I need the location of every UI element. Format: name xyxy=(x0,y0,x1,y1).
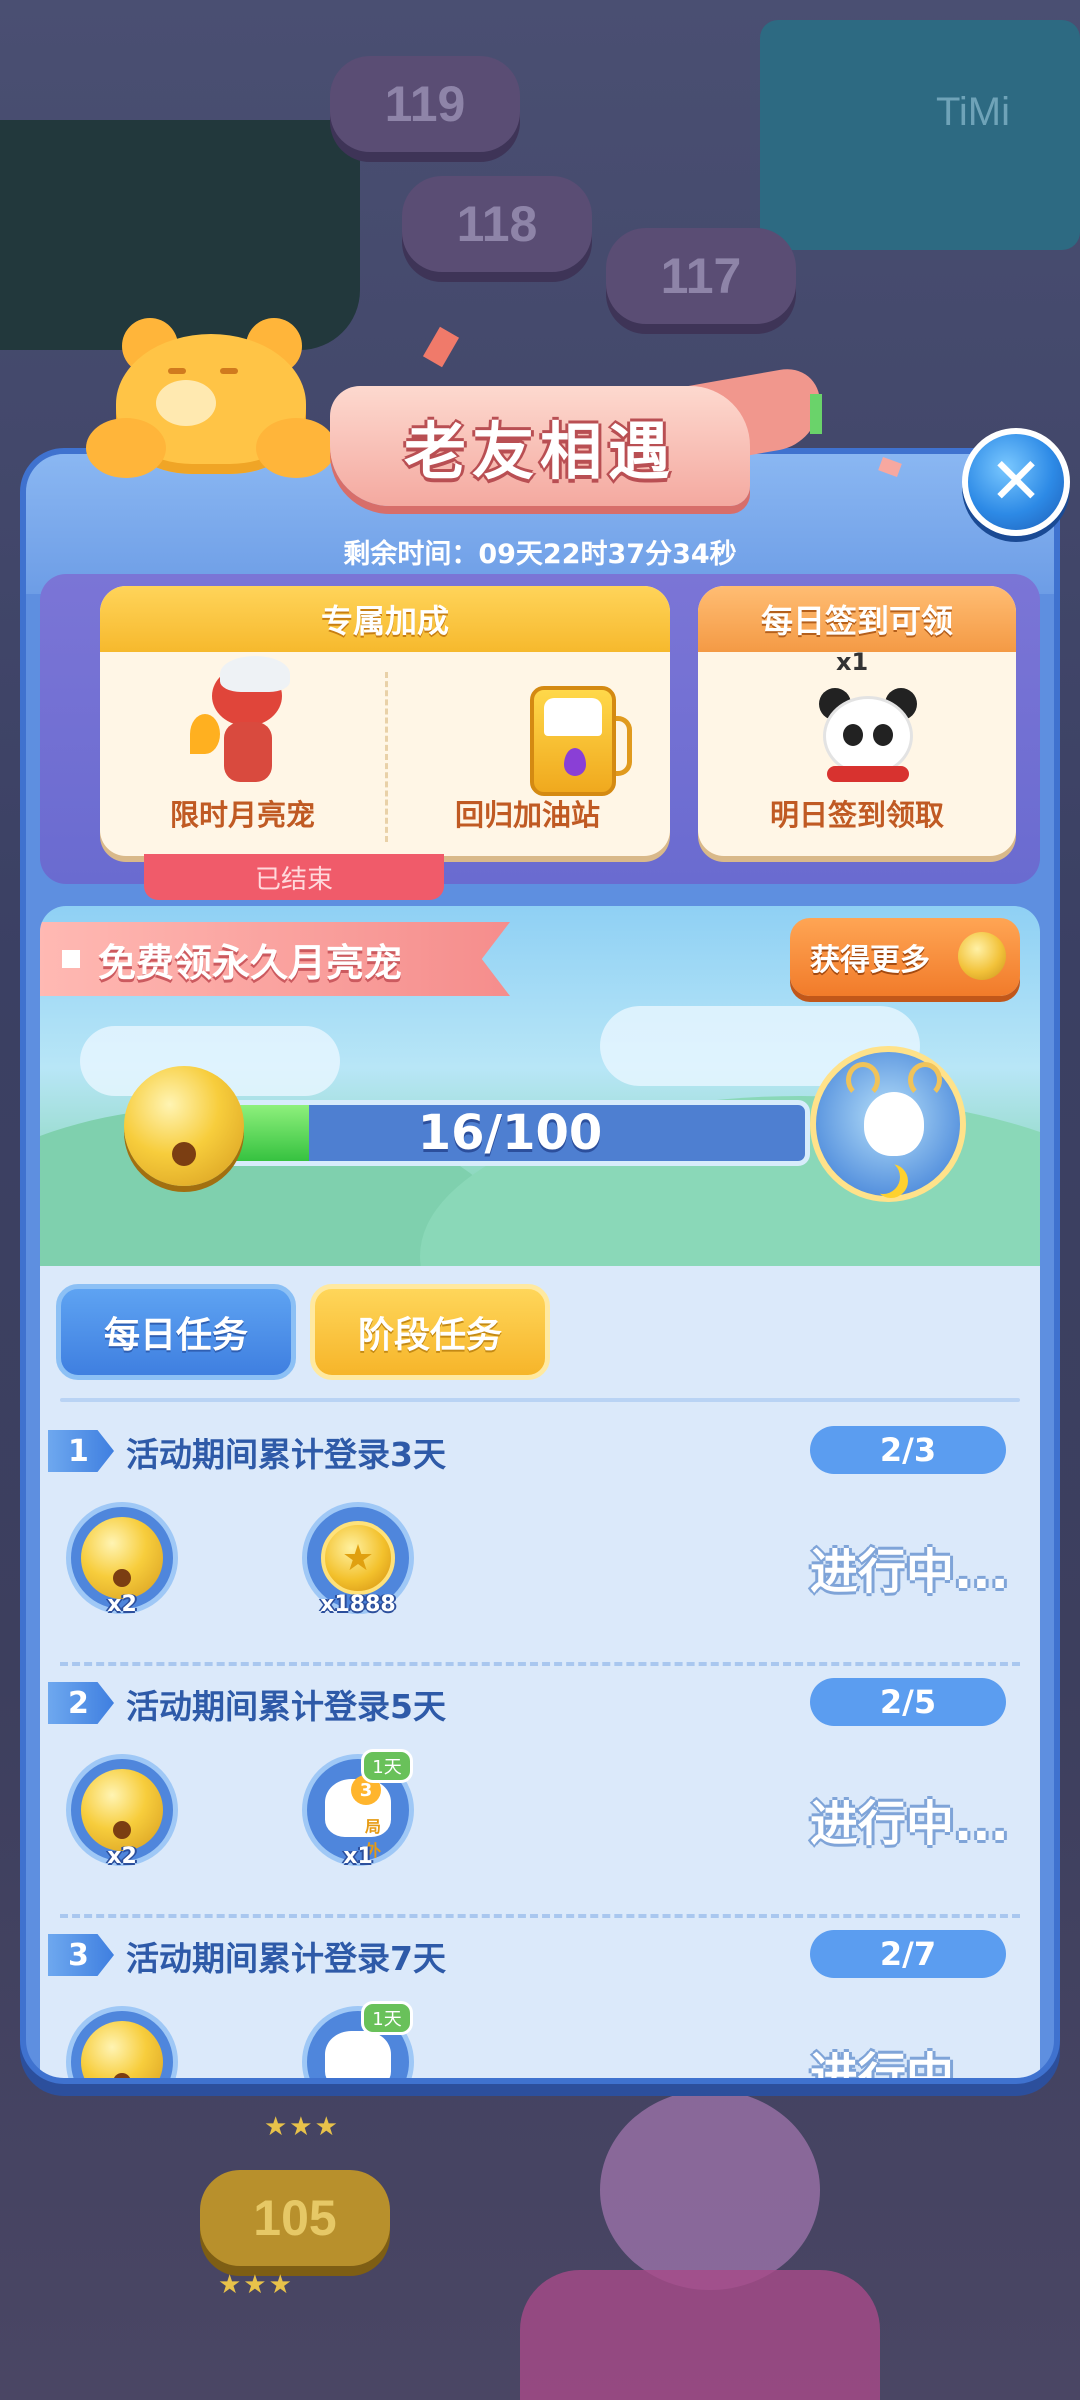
card-title: 专属加成 xyxy=(100,586,670,652)
task-item: 1 活动期间累计登录3天 2/3 x2 ★ x1888 进行中... xyxy=(40,1422,1040,1672)
tab-stage-tasks[interactable]: 阶段任务 xyxy=(310,1284,550,1380)
star-icon: ★★★ xyxy=(264,2112,340,2142)
get-more-button[interactable]: 获得更多 xyxy=(790,918,1020,996)
progress-section: 免费领永久月亮宠 获得更多 16/100 xyxy=(40,906,1040,1266)
close-icon: ✕ xyxy=(989,445,1043,519)
page-title: 老友相遇 xyxy=(403,415,676,488)
reward-bell[interactable] xyxy=(66,2006,178,2078)
bell-icon xyxy=(124,1066,244,1186)
title-ribbon: 老友相遇 xyxy=(330,362,820,516)
reward-quantity: x2 xyxy=(107,1844,137,1869)
background-mascot xyxy=(600,2090,820,2290)
ended-badge: 已结束 xyxy=(144,854,444,900)
glove-icon xyxy=(325,2031,391,2078)
signin-label: 明日签到领取 xyxy=(769,798,944,832)
background-level-node: 119 xyxy=(330,56,520,152)
reward-bell[interactable]: x2 xyxy=(66,1754,178,1869)
confetti xyxy=(810,394,822,434)
task-list-area: 每日任务 阶段任务 1 活动期间累计登录3天 2/3 x2 ★ x1888 进行… xyxy=(40,1266,1040,2084)
tab-daily-tasks[interactable]: 每日任务 xyxy=(56,1284,296,1380)
divider xyxy=(60,1914,1020,1918)
bonus-band: 专属加成 限时月亮宠 回归加油站 每日签到可领 x1 明日签到领取 xyxy=(40,574,1040,884)
reward-quantity: x1 xyxy=(836,648,869,676)
countdown-timer: 剩余时间：09天22时37分34秒 xyxy=(343,539,737,570)
task-item: 2 活动期间累计登录5天 2/5 x2 3 局外 1天 x1 进行中... xyxy=(40,1674,1040,1924)
task-status: 进行中... xyxy=(810,1544,1009,1600)
banner-text: 免费领永久月亮宠 xyxy=(98,940,403,985)
glove-icon: 3 局外 xyxy=(325,1775,391,1860)
bell-icon xyxy=(81,2021,163,2078)
bell-icon xyxy=(958,932,1006,980)
task-title: 活动期间累计登录5天 xyxy=(126,1687,446,1726)
background-building xyxy=(0,120,360,350)
progress-bar: 16/100 xyxy=(210,1100,810,1166)
task-progress: 2/3 xyxy=(810,1426,1006,1474)
panda-pet-icon xyxy=(813,682,923,792)
event-panel: 剩余时间：09天22时37分34秒 专属加成 限时月亮宠 回归加油站 每日签到可… xyxy=(20,448,1060,2084)
bell-icon xyxy=(81,1769,163,1851)
task-number: 2 xyxy=(48,1682,114,1724)
task-title: 活动期间累计登录7天 xyxy=(126,1939,446,1978)
background-level-node: 118 xyxy=(402,176,592,272)
background-level-node: 117 xyxy=(606,228,796,324)
bear-mascot xyxy=(86,318,336,478)
progress-text: 16/100 xyxy=(417,1105,603,1161)
reward-quantity: x2 xyxy=(107,1592,137,1617)
task-title: 活动期间累计登录3天 xyxy=(126,1435,446,1474)
red-pet-icon xyxy=(190,656,300,796)
bell-icon xyxy=(81,1517,163,1599)
reward-quantity: x1888 xyxy=(320,1592,396,1617)
reward-bell[interactable]: x2 xyxy=(66,1502,178,1617)
deer-pet-icon[interactable] xyxy=(810,1046,966,1202)
tab-divider xyxy=(60,1398,1020,1402)
moon-pet-label: 限时月亮宠 xyxy=(169,798,315,832)
background-level-node: 105 xyxy=(200,2170,390,2266)
get-more-label: 获得更多 xyxy=(810,943,930,978)
background-sign: TiMi xyxy=(760,20,1080,250)
day-badge: 1天 xyxy=(361,1749,413,1783)
coin-icon: ★ xyxy=(321,1521,395,1595)
day-badge: 1天 xyxy=(361,2001,413,2035)
card-title: 每日签到可领 xyxy=(698,586,1016,652)
task-progress: 2/5 xyxy=(810,1678,1006,1726)
task-number: 3 xyxy=(48,1934,114,1976)
daily-signin-card[interactable]: 每日签到可领 x1 明日签到领取 xyxy=(698,586,1016,856)
gas-station-icon xyxy=(530,686,632,806)
free-pet-banner: 免费领永久月亮宠 xyxy=(40,922,510,996)
reward-glove[interactable]: 3 局外 1天 x1 xyxy=(302,1749,414,1869)
task-status: 进行中... xyxy=(810,1796,1009,1852)
task-status: 进行中... xyxy=(810,2048,1009,2084)
reward-coin[interactable]: ★ x1888 xyxy=(302,1502,414,1617)
star-icon: ★★★ xyxy=(218,2270,294,2300)
sign-text: TiMi xyxy=(935,90,1010,134)
background-banner xyxy=(520,2270,880,2400)
close-button[interactable]: ✕ xyxy=(962,428,1070,536)
reward-quantity: x1 xyxy=(343,1844,373,1869)
task-number: 1 xyxy=(48,1430,114,1472)
task-progress: 2/7 xyxy=(810,1930,1006,1978)
gas-station-label: 回归加油站 xyxy=(454,798,600,832)
reward-glove[interactable]: 1天 xyxy=(302,2001,414,2078)
exclusive-bonus-card: 专属加成 限时月亮宠 回归加油站 xyxy=(100,586,670,856)
divider xyxy=(60,1662,1020,1666)
task-item: 3 活动期间累计登录7天 2/7 1天 进行中... xyxy=(40,1926,1040,2084)
